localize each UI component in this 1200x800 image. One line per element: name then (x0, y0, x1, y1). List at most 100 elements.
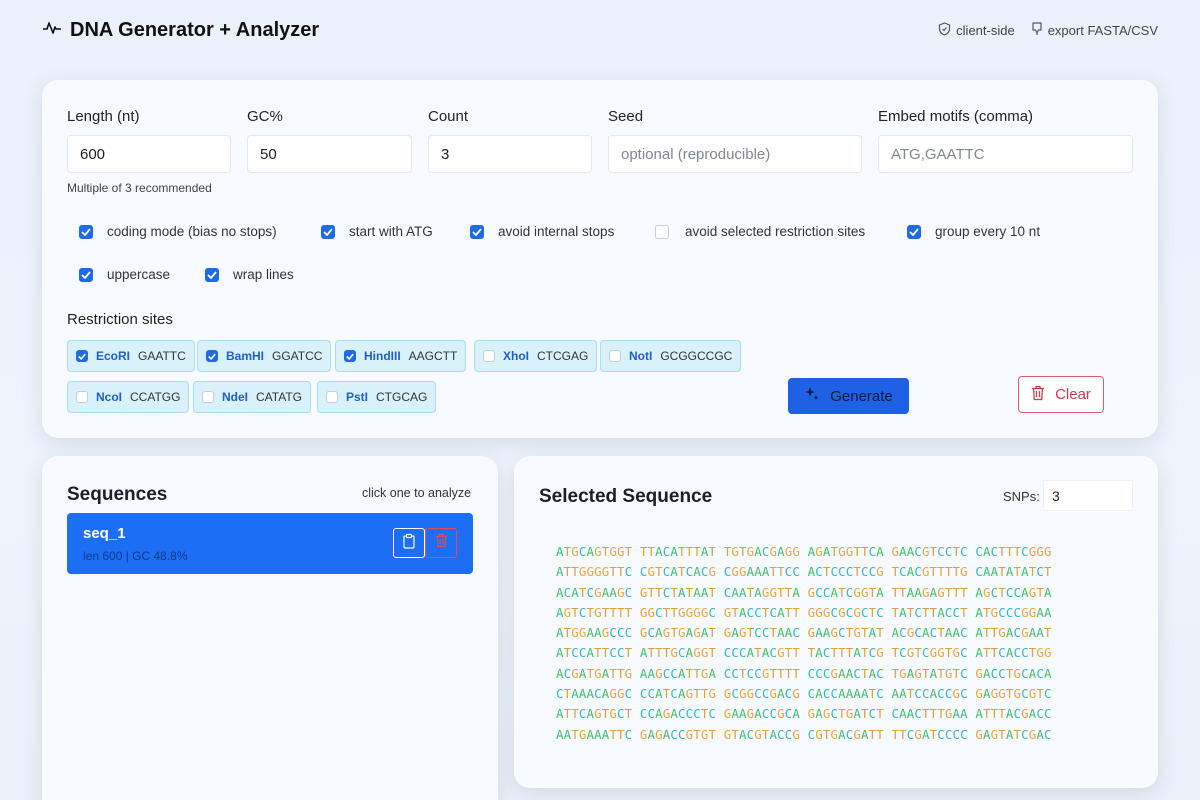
snp-input[interactable] (1043, 480, 1133, 511)
sequence-meta: len 600 | GC 48.8% (83, 549, 188, 563)
checkbox[interactable] (79, 267, 93, 282)
checkbox[interactable] (344, 350, 356, 362)
group-label: group every 10 nt (935, 224, 1041, 239)
site-chip-bamhi[interactable]: BamHI GGATCC (197, 340, 332, 372)
site-chip-ndei[interactable]: NdeI CATATG (193, 381, 312, 413)
checkbox[interactable] (205, 267, 219, 282)
checkbox[interactable] (79, 224, 93, 239)
sequence-item[interactable]: seq_1 len 600 | GC 48.8% (67, 513, 473, 574)
sequences-title: Sequences (67, 484, 168, 505)
length-hint: Multiple of 3 recommended (67, 181, 212, 195)
start-atg-label: start with ATG (349, 224, 433, 239)
motifs-label: Embed motifs (comma) (878, 108, 1034, 125)
client-side-link[interactable]: client-side (938, 21, 1015, 39)
wrap-option[interactable]: wrap lines (205, 267, 294, 282)
restriction-sites-label: Restriction sites (67, 311, 173, 328)
sparkle-icon (804, 386, 820, 406)
gc-label: GC% (247, 108, 283, 125)
copy-button[interactable] (393, 528, 425, 558)
site-chip-hindiii[interactable]: HindIII AAGCTT (335, 340, 467, 372)
wrap-label: wrap lines (233, 267, 294, 282)
seed-field: Seed (608, 108, 862, 173)
selected-title: Selected Sequence (539, 486, 713, 507)
dna-line: ACATCGAAGC GTTCTATAAT CAATAGGTTA GCCATCG… (556, 584, 1052, 600)
clear-label: Clear (1055, 386, 1091, 403)
seed-input[interactable] (608, 135, 862, 173)
clear-button[interactable]: Clear (1018, 376, 1104, 413)
site-chip-ecori[interactable]: EcoRI GAATTC (67, 340, 195, 372)
group-option[interactable]: group every 10 nt (907, 224, 1040, 239)
dna-line: ATGGAAGCCC GCAGTGAGAT GAGTCCTAAC GAAGCTG… (556, 625, 1052, 641)
clipboard-icon (402, 533, 416, 554)
site-seq: GCGGCCGC (660, 349, 733, 363)
dna-line: CTAAACAGGC CCATCAGTTG GCGGCCGACG CACCAAA… (556, 686, 1052, 702)
app-header: DNA Generator + Analyzer client-side exp… (42, 16, 1158, 44)
sequences-note: click one to analyze (362, 486, 472, 500)
checkbox[interactable] (655, 224, 669, 239)
dna-line: ATTCAGTGCT CCAGACCCTC GAAGACCGCA GAGCTGA… (556, 706, 1052, 722)
export-link[interactable]: export FASTA/CSV (1031, 21, 1158, 39)
delete-sequence-button[interactable] (425, 528, 457, 558)
length-field: Length (nt) (67, 108, 231, 173)
dna-sequence-view: ATGCAGTGGT TTACATTTAT TGTGACGAGG AGATGGT… (556, 542, 1136, 745)
client-side-label: client-side (956, 22, 1015, 38)
dna-line: ATTGGGGTTC CGTCATCACG CGGAAATTCC ACTCCCT… (556, 564, 1052, 580)
motifs-input[interactable] (878, 135, 1133, 173)
site-chip-xhoi[interactable]: XhoI CTCGAG (474, 340, 598, 372)
site-name: NotI (629, 349, 653, 363)
sequence-name: seq_1 (83, 525, 126, 542)
sequences-panel: Sequences click one to analyze seq_1 len… (42, 456, 498, 800)
dna-line: ATCCATTCCT ATTTGCAGGT CCCATACGTT TACTTTA… (556, 645, 1052, 661)
checkbox[interactable] (470, 224, 484, 239)
checkbox[interactable] (483, 350, 495, 362)
dna-line: AGTCTGTTTT GGCTTGGGGC GTACCTCATT GGGCGCG… (556, 604, 1052, 620)
site-seq: CCATGG (130, 390, 181, 404)
trash-icon (1031, 385, 1045, 405)
site-seq: GAATTC (138, 349, 186, 363)
checkbox[interactable] (76, 391, 88, 403)
site-seq: AAGCTT (408, 349, 458, 363)
dna-line: AATGAAATTC GAGACCGTGT GTACGTACCG CGTGACG… (556, 726, 1052, 742)
export-label: export FASTA/CSV (1047, 22, 1158, 38)
length-input[interactable] (67, 135, 231, 173)
checkbox[interactable] (202, 391, 214, 403)
generate-label: Generate (830, 387, 893, 405)
count-field: Count (428, 108, 592, 173)
length-label: Length (nt) (67, 108, 140, 125)
site-name: NcoI (96, 390, 123, 404)
motifs-field: Embed motifs (comma) (878, 108, 1133, 173)
gc-field: GC% (247, 108, 412, 173)
site-chip-ncoi[interactable]: NcoI CCATGG (67, 381, 190, 413)
checkbox[interactable] (907, 224, 921, 239)
checkbox[interactable] (326, 391, 338, 403)
gc-input[interactable] (247, 135, 412, 173)
avoid-sites-option[interactable]: avoid selected restriction sites (655, 224, 865, 239)
generate-button[interactable]: Generate (788, 378, 909, 414)
site-chip-psti[interactable]: PstI CTGCAG (317, 381, 437, 413)
shield-icon (938, 21, 951, 39)
generator-panel: Length (nt) Multiple of 3 recommended GC… (42, 80, 1158, 438)
download-icon (1031, 21, 1043, 39)
checkbox[interactable] (76, 350, 88, 362)
site-name: XhoI (503, 349, 529, 363)
site-seq: GGATCC (272, 349, 323, 363)
avoid-stops-option[interactable]: avoid internal stops (470, 224, 614, 239)
app-title: DNA Generator + Analyzer (70, 18, 320, 41)
avoid-sites-label: avoid selected restriction sites (685, 224, 866, 239)
site-name: PstI (346, 390, 369, 404)
site-seq: CTGCAG (376, 390, 428, 404)
coding-mode-option[interactable]: coding mode (bias no stops) (79, 224, 277, 239)
checkbox[interactable] (609, 350, 621, 362)
site-seq: CTCGAG (537, 349, 589, 363)
checkbox[interactable] (206, 350, 218, 362)
seed-label: Seed (608, 108, 644, 125)
start-atg-option[interactable]: start with ATG (321, 224, 433, 239)
count-input[interactable] (428, 135, 592, 173)
uppercase-option[interactable]: uppercase (79, 267, 170, 282)
site-chip-noti[interactable]: NotI GCGGCCGC (600, 340, 742, 372)
checkbox[interactable] (321, 224, 335, 239)
site-name: NdeI (222, 390, 249, 404)
snp-label: SNPs: (1003, 489, 1040, 504)
trash-icon (435, 533, 448, 553)
site-name: EcoRI (96, 349, 131, 363)
